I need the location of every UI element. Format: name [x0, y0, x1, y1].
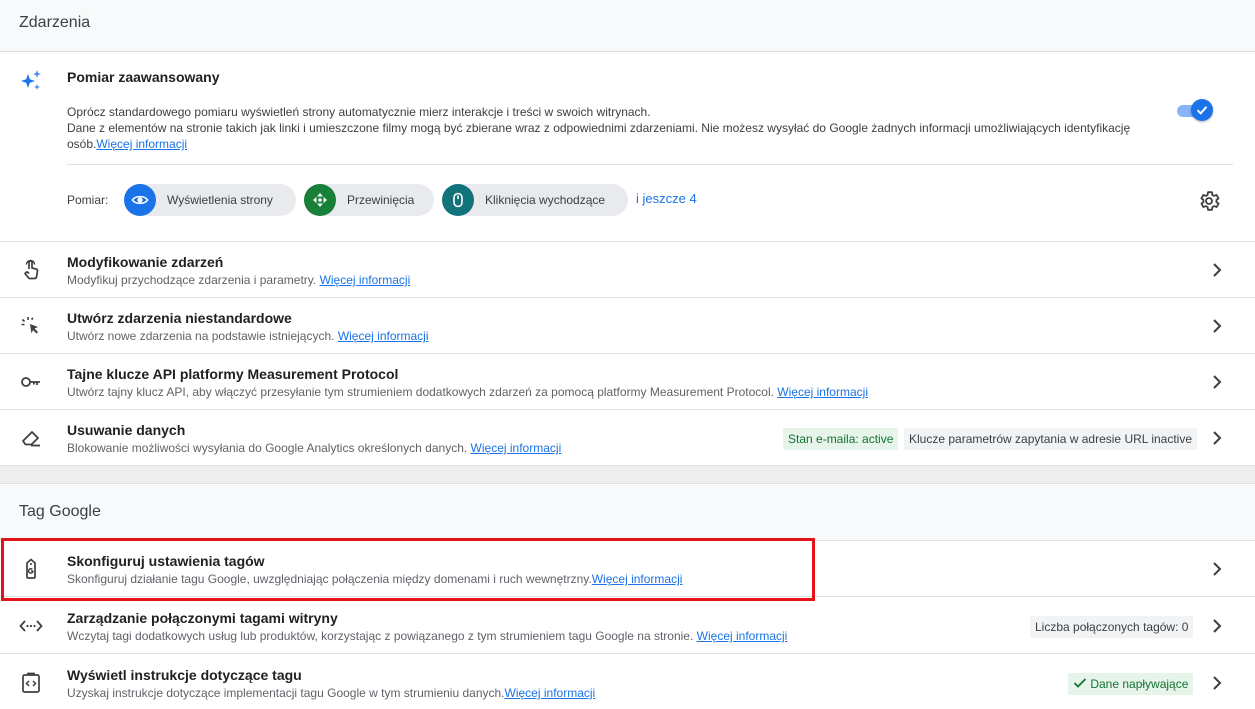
- toggle-knob: [1191, 99, 1213, 121]
- chevron-right-icon: [1213, 375, 1222, 389]
- check-icon: [1073, 678, 1087, 688]
- gear-icon[interactable]: [1197, 189, 1221, 213]
- mouse-icon: [442, 184, 474, 216]
- enhanced-desc-line2: Dane z elementów na stronie takich jak l…: [67, 121, 1131, 151]
- chip-scrolls[interactable]: Przewinięcia: [304, 184, 434, 216]
- email-status-badge: Stan e-maila: active: [783, 428, 899, 450]
- row-description: Uzyskaj instrukcje dotyczące implementac…: [67, 686, 596, 700]
- divider: [67, 164, 1233, 165]
- cursor-click-icon: [21, 317, 38, 334]
- chevron-right-icon: [1213, 562, 1222, 576]
- row-description: Modyfikuj przychodzące zdarzenia i param…: [67, 273, 411, 287]
- google-tag-icon: [26, 558, 36, 579]
- learn-more-link[interactable]: Więcej informacji: [471, 441, 562, 455]
- sparkle-icon: [21, 70, 41, 90]
- row-description: Skonfiguruj działanie tagu Google, uwzgl…: [67, 572, 683, 586]
- learn-more-link[interactable]: Więcej informacji: [592, 572, 683, 586]
- learn-more-link[interactable]: Więcej informacji: [697, 629, 788, 643]
- chevron-right-icon: [1213, 676, 1222, 690]
- learn-more-link[interactable]: Więcej informacji: [505, 686, 596, 700]
- row-title: Tajne klucze API platformy Measurement P…: [67, 366, 399, 382]
- enhanced-measurement-toggle[interactable]: [1177, 99, 1213, 123]
- code-clipboard-icon: [22, 672, 40, 693]
- measure-label: Pomiar:: [67, 193, 109, 207]
- events-section-header: Zdarzenia: [0, 0, 1255, 52]
- chip-outbound-clicks[interactable]: Kliknięcia wychodzące: [442, 184, 628, 216]
- chip-page-views[interactable]: Wyświetlenia strony: [124, 184, 296, 216]
- row-description: Blokowanie możliwości wysyłania do Googl…: [67, 441, 562, 455]
- chip-label: Kliknięcia wychodzące: [485, 193, 606, 207]
- scroll-arrows-icon: [304, 184, 336, 216]
- row-title: Usuwanie danych: [67, 422, 186, 438]
- row-title: Zarządzanie połączonymi tagami witryny: [67, 610, 338, 626]
- create-custom-events-row[interactable]: Utwórz zdarzenia niestandardowe Utwórz n…: [0, 298, 1255, 354]
- badge-label: Dane napływające: [1090, 677, 1189, 691]
- enhanced-measurement-title: Pomiar zaawansowany: [67, 69, 220, 85]
- row-description: Utwórz tajny klucz API, aby włączyć prze…: [67, 385, 868, 399]
- learn-more-link[interactable]: Więcej informacji: [320, 273, 411, 287]
- data-deletion-row[interactable]: Usuwanie danych Blokowanie możliwości wy…: [0, 410, 1255, 466]
- row-title: Skonfiguruj ustawienia tagów: [67, 553, 265, 569]
- chevron-right-icon: [1213, 619, 1222, 633]
- chevron-right-icon: [1213, 319, 1222, 333]
- row-title: Wyświetl instrukcje dotyczące tagu: [67, 667, 302, 683]
- view-tag-instructions-row[interactable]: Wyświetl instrukcje dotyczące tagu Uzysk…: [0, 655, 1255, 709]
- measurement-protocol-secrets-row[interactable]: Tajne klucze API platformy Measurement P…: [0, 354, 1255, 410]
- connected-tags-count-badge: Liczba połączonych tagów: 0: [1030, 616, 1194, 638]
- row-description: Wczytaj tagi dodatkowych usług lub produ…: [67, 629, 788, 643]
- data-flowing-badge: Dane napływające: [1068, 673, 1194, 695]
- modify-events-row[interactable]: Modyfikowanie zdarzeń Modyfikuj przychod…: [0, 242, 1255, 298]
- chip-label: Wyświetlenia strony: [167, 193, 273, 207]
- chevron-right-icon: [1213, 263, 1222, 277]
- events-section-title: Zdarzenia: [19, 14, 91, 31]
- touch-hand-icon: [24, 259, 39, 280]
- row-title: Modyfikowanie zdarzeń: [67, 254, 224, 270]
- enhanced-learn-more-link[interactable]: Więcej informacji: [96, 137, 187, 151]
- enhanced-desc-line1: Oprócz standardowego pomiaru wyświetleń …: [67, 105, 651, 119]
- check-icon: [1196, 106, 1208, 115]
- eraser-icon: [22, 431, 40, 447]
- enhanced-measurement-description: Oprócz standardowego pomiaru wyświetleń …: [67, 104, 1147, 152]
- url-query-params-badge: Klucze parametrów zapytania w adresie UR…: [904, 428, 1198, 450]
- eye-icon: [124, 184, 156, 216]
- configure-tag-settings-row[interactable]: Skonfiguruj ustawienia tagów Skonfiguruj…: [0, 541, 1255, 597]
- manage-connected-site-tags-row[interactable]: Zarządzanie połączonymi tagami witryny W…: [0, 598, 1255, 654]
- learn-more-link[interactable]: Więcej informacji: [338, 329, 429, 343]
- tag-section-header: Tag Google: [0, 485, 1255, 541]
- chevron-right-icon: [1213, 431, 1222, 445]
- section-gap: [0, 466, 1255, 484]
- learn-more-link[interactable]: Więcej informacji: [777, 385, 868, 399]
- key-icon: [21, 377, 40, 387]
- tag-section-title: Tag Google: [19, 503, 101, 520]
- code-arrows-icon: [19, 620, 43, 632]
- row-description: Utwórz nowe zdarzenia na podstawie istni…: [67, 329, 429, 343]
- more-events-link[interactable]: i jeszcze 4: [636, 191, 697, 206]
- row-title: Utwórz zdarzenia niestandardowe: [67, 310, 292, 326]
- enhanced-measurement-panel: Pomiar zaawansowany Oprócz standardowego…: [0, 52, 1255, 242]
- chip-label: Przewinięcia: [347, 193, 415, 207]
